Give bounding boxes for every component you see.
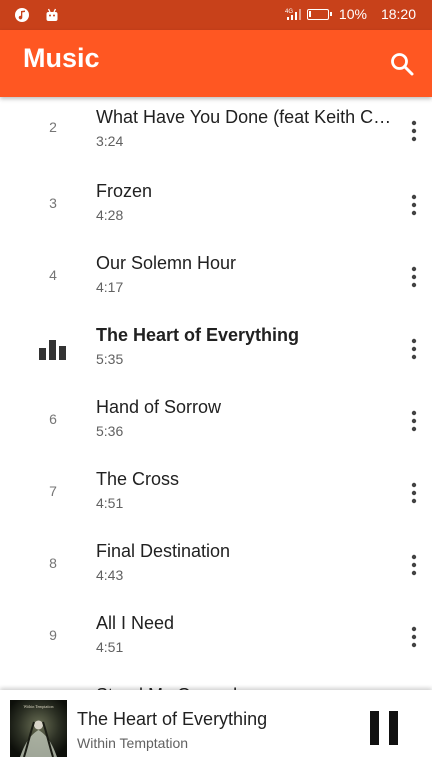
- track-title: Final Destination: [96, 541, 231, 561]
- track-row[interactable]: The Heart of Everything 5:35: [0, 315, 432, 387]
- more-options-icon[interactable]: [410, 265, 418, 289]
- track-duration: 5:36: [96, 423, 124, 439]
- now-playing-artist: Within Temptation: [77, 735, 189, 751]
- track-number: 2: [49, 119, 57, 135]
- track-row[interactable]: Stand My Ground: [0, 675, 432, 690]
- track-row[interactable]: 2 What Have You Done (feat Keith C… 3:24: [0, 97, 432, 171]
- signal-icon: 4G: [285, 9, 301, 20]
- svg-text:4G: 4G: [285, 9, 293, 15]
- track-row[interactable]: 7 The Cross 4:51: [0, 459, 432, 531]
- track-row[interactable]: 3 Frozen 4:28: [0, 171, 432, 243]
- album-art-caption: Within Temptation: [23, 704, 53, 709]
- track-duration: 4:51: [96, 639, 124, 655]
- track-list[interactable]: 2 What Have You Done (feat Keith C… 3:24 3 F…: [0, 97, 432, 690]
- search-icon[interactable]: [388, 50, 416, 78]
- music-app-notification-icon: [15, 8, 29, 22]
- track-title: Hand of Sorrow: [96, 397, 222, 417]
- track-title: All I Need: [96, 613, 175, 633]
- track-duration: 4:17: [96, 279, 124, 295]
- app-title: Music: [23, 43, 100, 73]
- now-playing-title: The Heart of Everything: [77, 709, 268, 729]
- more-options-icon[interactable]: [410, 409, 418, 433]
- clock: 18:20: [380, 6, 416, 22]
- track-number: 8: [49, 555, 57, 571]
- album-art[interactable]: Within Temptation: [10, 700, 67, 757]
- track-duration: 3:24: [96, 133, 124, 149]
- battery-percent: 10%: [338, 6, 367, 22]
- track-duration: 5:35: [96, 351, 124, 367]
- more-options-icon[interactable]: [410, 337, 418, 361]
- more-options-icon[interactable]: [410, 193, 418, 217]
- track-number: 6: [49, 411, 57, 427]
- track-number: 3: [49, 195, 57, 211]
- track-title: The Cross: [96, 469, 180, 489]
- track-title: Our Solemn Hour: [96, 253, 237, 273]
- battery-icon: [306, 8, 332, 20]
- track-row[interactable]: 6 Hand of Sorrow 5:36: [0, 387, 432, 459]
- status-bar: 4G 10% 18:20: [0, 0, 432, 30]
- track-row[interactable]: 8 Final Destination 4:43: [0, 531, 432, 603]
- more-options-icon[interactable]: [410, 553, 418, 577]
- track-number: 7: [49, 483, 57, 499]
- track-title: The Heart of Everything: [96, 325, 300, 345]
- track-number: 9: [49, 627, 57, 643]
- track-row[interactable]: 4 Our Solemn Hour 4:17: [0, 243, 432, 315]
- now-playing-equalizer-icon: [39, 340, 66, 360]
- track-duration: 4:51: [96, 495, 124, 511]
- track-title: What Have You Done (feat Keith C…: [96, 107, 392, 127]
- android-notification-icon: [46, 8, 58, 21]
- app-bar: Music: [0, 30, 432, 97]
- track-duration: 4:43: [96, 567, 124, 583]
- track-number: 4: [49, 267, 57, 283]
- track-duration: 4:28: [96, 207, 124, 223]
- more-options-icon[interactable]: [410, 481, 418, 505]
- more-options-icon[interactable]: [410, 625, 418, 649]
- track-title: Frozen: [96, 181, 153, 201]
- now-playing-bar[interactable]: Within Temptation The Heart of Everythin…: [0, 690, 432, 768]
- pause-icon[interactable]: [369, 711, 399, 745]
- more-options-icon[interactable]: [410, 119, 418, 143]
- track-row[interactable]: 9 All I Need 4:51: [0, 603, 432, 675]
